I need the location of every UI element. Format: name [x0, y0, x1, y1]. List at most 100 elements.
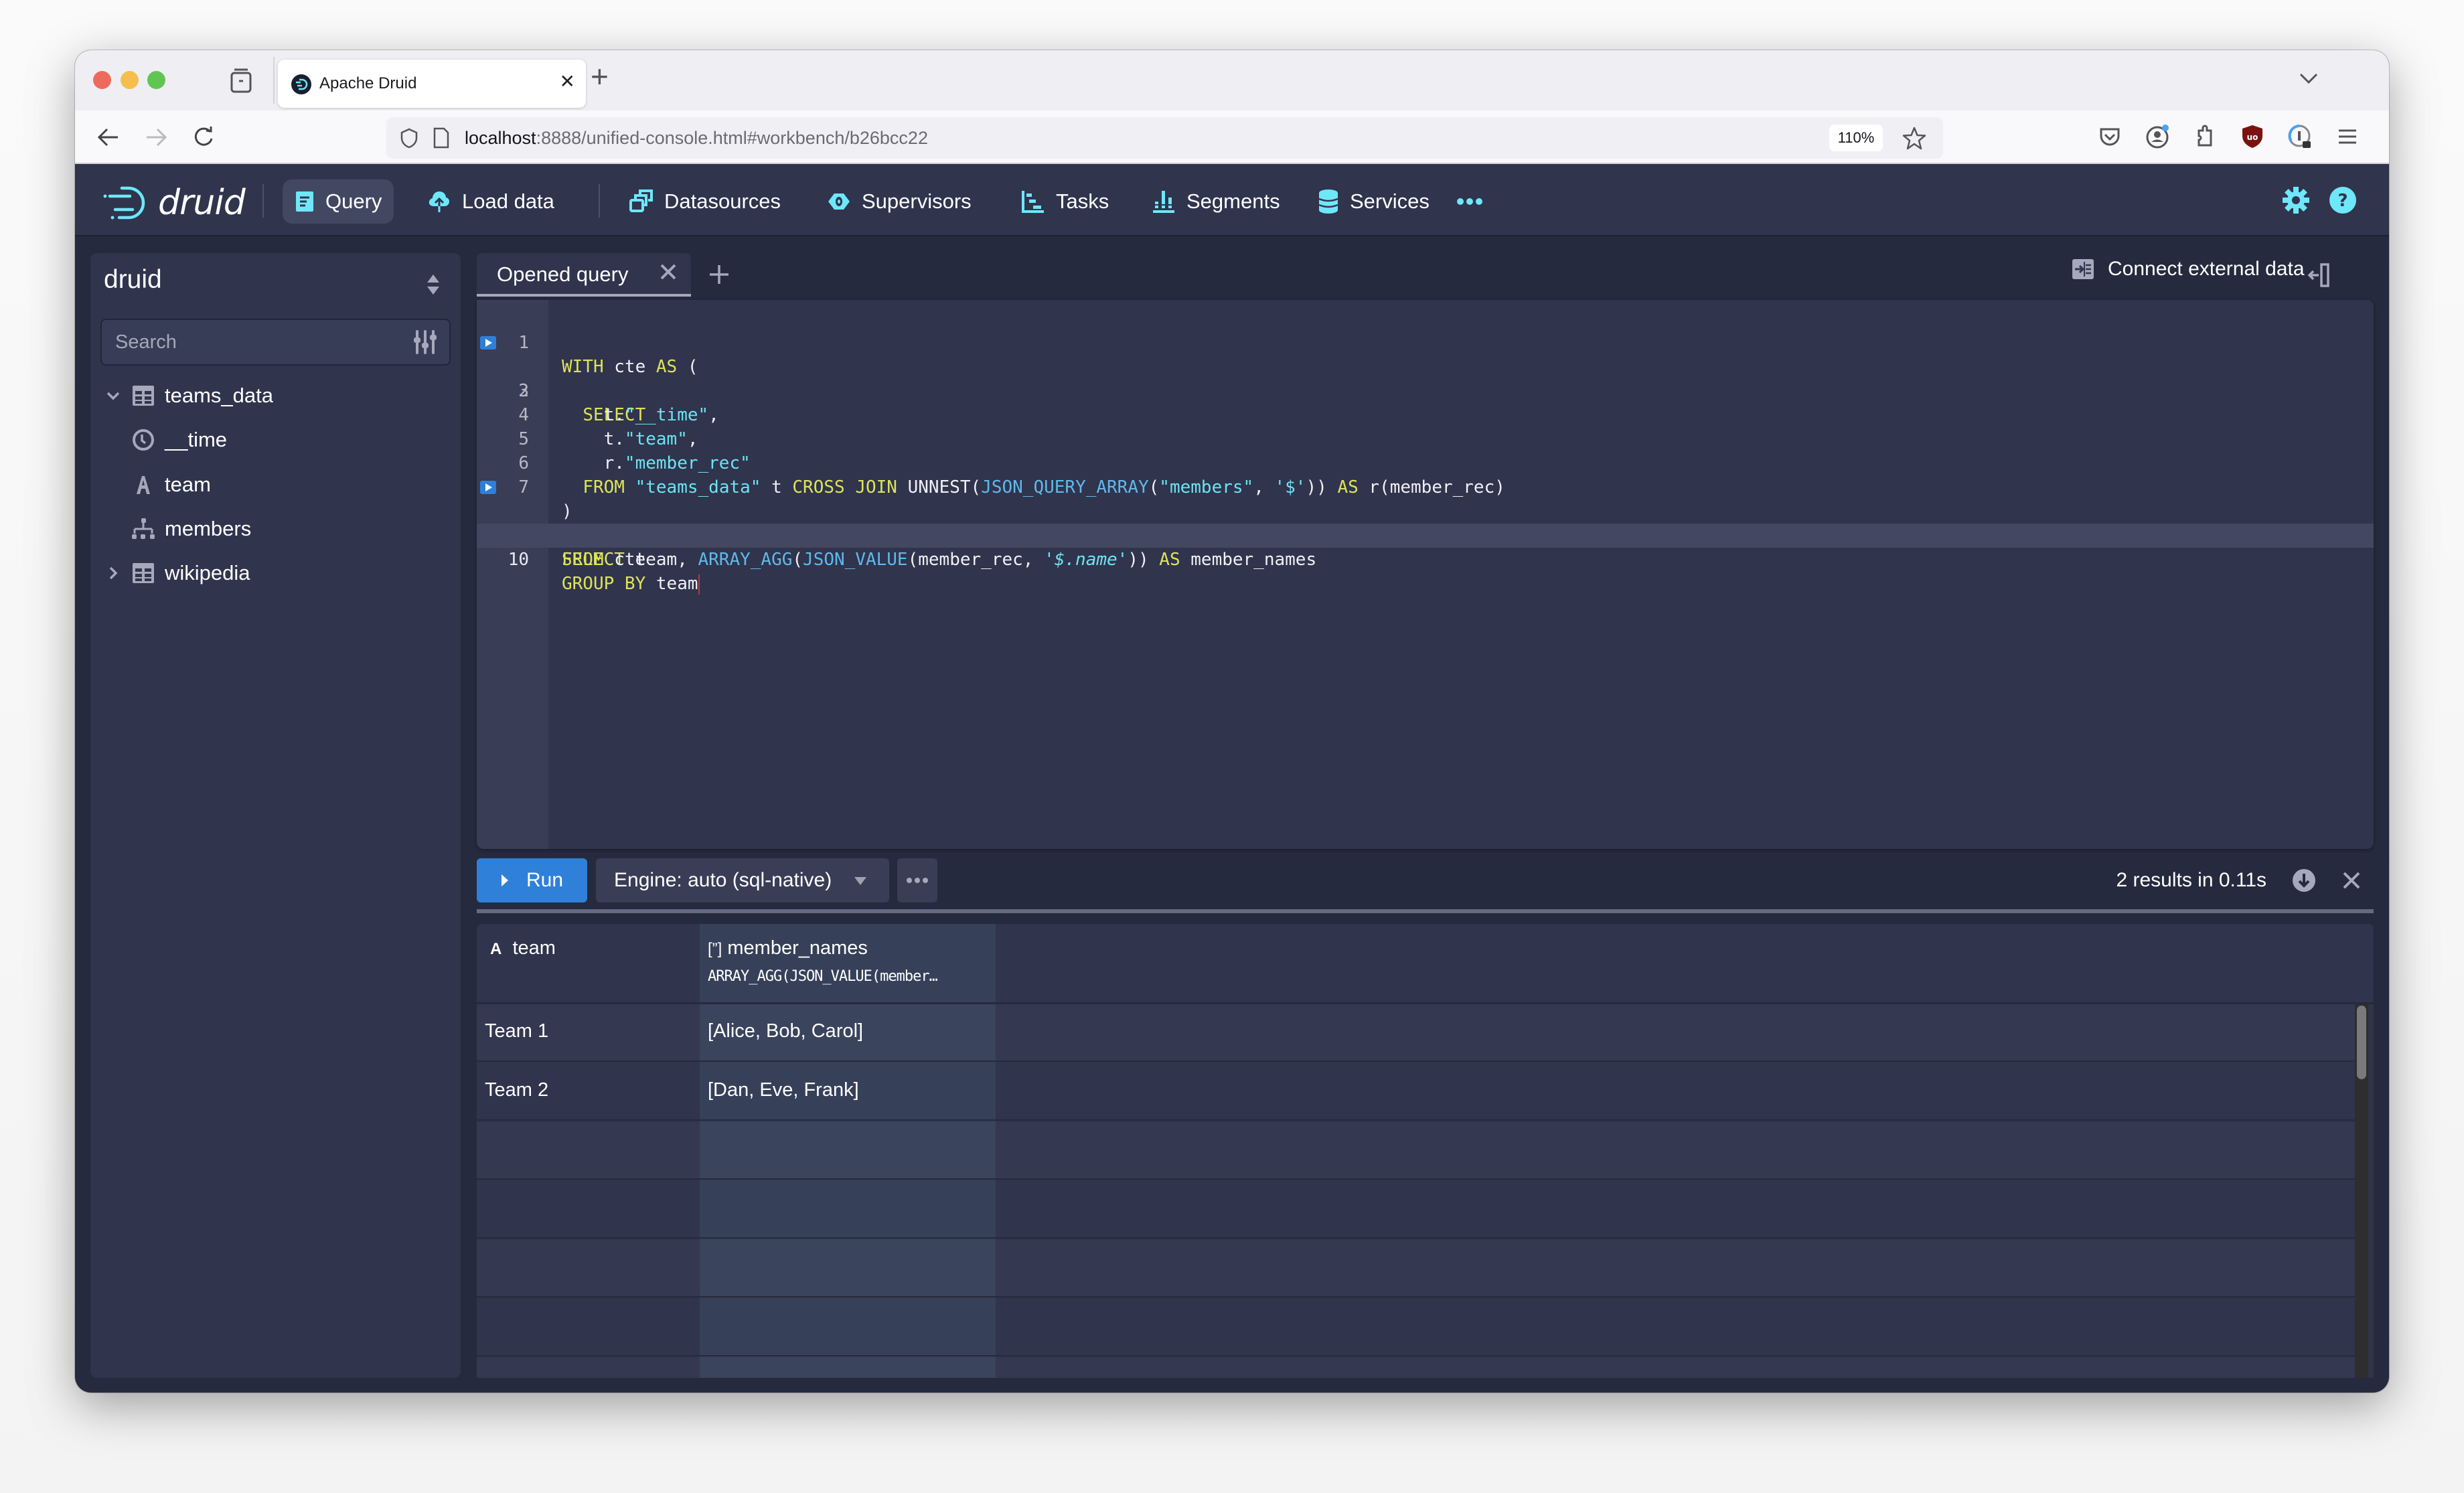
array-type-icon: [”]: [708, 940, 722, 958]
resize-divider[interactable]: [477, 909, 2374, 913]
table-cell[interactable]: Team 1: [485, 1020, 548, 1042]
database-icon: [1318, 189, 1338, 214]
list-all-tabs-icon[interactable]: [2295, 65, 2322, 92]
druid-logo[interactable]: druid: [103, 183, 246, 223]
download-icon[interactable]: [2292, 868, 2316, 892]
empty-row: [477, 1122, 2365, 1180]
password-manager-icon[interactable]: [2286, 123, 2314, 151]
column-header-member-names[interactable]: [”] member_names: [708, 937, 868, 959]
nav-query[interactable]: Query: [283, 179, 394, 224]
page-info-icon[interactable]: [431, 127, 451, 149]
empty-row: [477, 1299, 2365, 1356]
nav-separator: [599, 184, 600, 218]
schema-search: [100, 319, 451, 366]
druid-logo-text: druid: [158, 183, 246, 223]
column-header-team[interactable]: A team: [490, 937, 556, 959]
close-window-button[interactable]: [93, 71, 111, 89]
run-at-line-icon[interactable]: [480, 481, 496, 494]
forward-icon[interactable]: [141, 123, 171, 152]
empty-row: [477, 1240, 2365, 1298]
tree-item-teams-data[interactable]: teams_data: [90, 376, 461, 416]
tree-item-time[interactable]: __time: [90, 420, 461, 460]
address-bar[interactable]: localhost:8888/unified-console.html#work…: [386, 117, 1943, 159]
tree-item-label: team: [165, 473, 211, 496]
extensions-icon[interactable]: [2191, 123, 2219, 151]
sql-editor[interactable]: 1 WITH cte AS ( 2 SELECT 3 t."__time", 4…: [477, 300, 2374, 849]
code-line: 1 WITH cte AS (: [477, 307, 2374, 377]
results-scrollbar[interactable]: [2355, 1004, 2368, 1378]
more-icon: [907, 878, 912, 883]
pocket-icon[interactable]: [2096, 123, 2124, 151]
table-icon: [133, 386, 154, 406]
code-line: 4 t."team",: [477, 379, 2374, 449]
app-menu-icon[interactable]: [2333, 123, 2362, 151]
nav-more-button[interactable]: [1444, 179, 1506, 224]
url-text[interactable]: localhost:8888/unified-console.html#work…: [465, 128, 928, 149]
double-caret-icon[interactable]: [426, 273, 441, 296]
run-at-line-icon[interactable]: [480, 336, 496, 349]
more-icon: [1457, 198, 1482, 205]
ublock-origin-icon[interactable]: uo: [2238, 123, 2266, 151]
url-host: localhost: [465, 128, 536, 148]
play-icon: [501, 874, 508, 886]
scrollbar-thumb[interactable]: [2357, 1006, 2366, 1079]
gear-icon[interactable]: [2281, 185, 2311, 215]
maximize-window-button[interactable]: [147, 71, 165, 89]
nav-segments[interactable]: Segments: [1140, 179, 1292, 224]
bookmark-star-icon[interactable]: [1901, 125, 1928, 152]
collapse-right-panel-icon[interactable]: [2307, 263, 2331, 287]
nav-tasks[interactable]: Tasks: [1009, 179, 1121, 224]
run-button[interactable]: Run: [477, 858, 587, 902]
help-icon[interactable]: ?: [2328, 185, 2358, 215]
close-icon[interactable]: [2341, 870, 2362, 890]
url-path: :8888/unified-console.html#workbench/b26…: [536, 128, 928, 148]
code-line: 2 SELECT: [477, 331, 2374, 425]
reload-icon[interactable]: [189, 123, 218, 152]
zoom-level-badge[interactable]: 110%: [1829, 125, 1883, 151]
results-table: A team [”] member_names ARRAY_AGG(JSON_V…: [477, 924, 2374, 1378]
table-row[interactable]: Team 2 [Dan, Eve, Frank]: [477, 1063, 2365, 1121]
tree-item-members[interactable]: members: [90, 509, 461, 549]
chevron-right-icon[interactable]: [105, 565, 121, 581]
nav-tasks-label: Tasks: [1056, 189, 1109, 213]
line-number: 10: [508, 550, 529, 570]
nav-load-data[interactable]: Load data: [415, 179, 566, 224]
back-icon[interactable]: [94, 123, 123, 152]
engine-label: Engine: auto (sql-native): [614, 869, 832, 891]
nav-supervisors[interactable]: Supervisors: [815, 179, 984, 224]
more-options-button[interactable]: [897, 858, 937, 902]
query-tab[interactable]: Opened query: [477, 253, 691, 297]
browser-tab[interactable]: Apache Druid ✕: [278, 60, 586, 108]
sliders-icon[interactable]: [413, 329, 437, 355]
results-header: A team [”] member_names ARRAY_AGG(JSON_V…: [477, 924, 2374, 1004]
minimize-window-button[interactable]: [121, 71, 139, 89]
engine-selector[interactable]: Engine: auto (sql-native): [596, 858, 889, 902]
browser-toolbar: localhost:8888/unified-console.html#work…: [75, 110, 2389, 164]
browser-window: Apache Druid ✕ + localhost:8888/unified-…: [75, 50, 2389, 1393]
nav-segments-label: Segments: [1186, 189, 1280, 213]
tab-overview-icon[interactable]: [229, 68, 253, 94]
close-tab-icon[interactable]: ✕: [560, 70, 575, 92]
tree-item-label: wikipedia: [165, 561, 250, 584]
chevron-down-icon[interactable]: [105, 388, 121, 404]
code-line: 8 SELECT team, ARRAY_AGG(JSON_VALUE(memb…: [477, 475, 2374, 570]
account-icon[interactable]: [2143, 123, 2171, 151]
nav-services[interactable]: Services: [1306, 179, 1442, 224]
table-cell[interactable]: [Dan, Eve, Frank]: [708, 1079, 859, 1101]
nav-separator: [262, 184, 264, 218]
schema-search-input[interactable]: [102, 320, 396, 364]
table-cell[interactable]: Team 2: [485, 1079, 548, 1101]
table-cell[interactable]: [Alice, Bob, Carol]: [708, 1020, 863, 1042]
import-icon: [2072, 259, 2094, 279]
new-tab-button[interactable]: +: [591, 58, 609, 94]
tree-item-team[interactable]: team: [90, 465, 461, 505]
close-icon[interactable]: [659, 262, 678, 281]
druid-logo-icon: [103, 186, 145, 220]
nav-datasources[interactable]: Datasources: [617, 179, 793, 224]
table-row[interactable]: Team 1 [Alice, Bob, Carol]: [477, 1004, 2365, 1062]
cloud-upload-icon: [429, 191, 449, 212]
connect-external-data-button[interactable]: Connect external data: [2072, 258, 2305, 281]
tree-item-wikipedia[interactable]: wikipedia: [90, 553, 461, 593]
add-tab-icon[interactable]: [708, 263, 730, 286]
tracking-protection-icon[interactable]: [398, 127, 420, 149]
